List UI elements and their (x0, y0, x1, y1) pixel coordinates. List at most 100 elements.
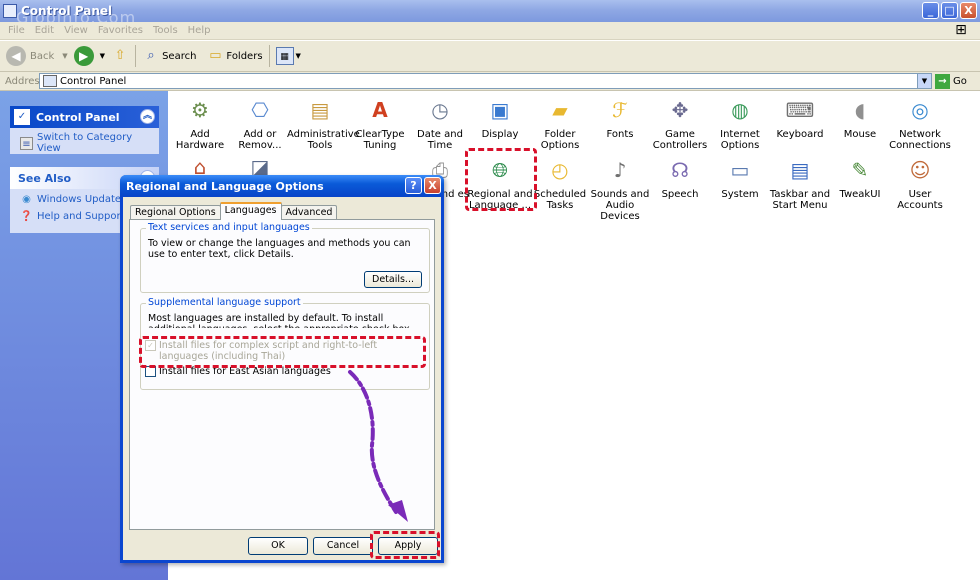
dialog-titlebar: Regional and Language Options ? X (120, 175, 444, 197)
views-dropdown-icon[interactable]: ▼ (296, 52, 301, 60)
forward-arrow-icon: ▶ (73, 46, 94, 66)
network-connections-item[interactable]: ◎ Network Connections (887, 95, 953, 151)
menu-view[interactable]: View (64, 25, 88, 36)
network-connections-icon: ◎ (911, 98, 929, 122)
collapse-chevron-icon[interactable]: ︽ (140, 109, 155, 124)
search-icon: ⌕ (147, 48, 155, 63)
taskbar-start-icon: ▤ (790, 158, 810, 182)
sounds-audio-item[interactable]: ♪ Sounds and Audio Devices (587, 155, 653, 222)
dialog-close-button[interactable]: X (424, 177, 441, 194)
dialog-title: Regional and Language Options (126, 179, 324, 193)
item-label: Date and Time (417, 129, 463, 151)
up-folder-icon: ⇧ (114, 48, 126, 63)
tweakui-icon: ✎ (851, 158, 869, 182)
address-value: Control Panel (60, 75, 127, 87)
fonts-item[interactable]: ℱ Fonts (587, 95, 653, 140)
keyboard-icon: ⌨ (785, 98, 815, 122)
forward-button[interactable]: ▶ ▼ (73, 46, 105, 66)
add-hardware-item[interactable]: ⚙ Add Hardware (167, 95, 233, 151)
toolbar-separator (268, 45, 270, 67)
internet-options-item[interactable]: ◍ Internet Options (707, 95, 773, 151)
item-label: Add or Remov... (238, 129, 282, 151)
address-dropdown-icon[interactable]: ▼ (917, 74, 931, 88)
control-panel-header[interactable]: ✓ Control Panel ︽ (10, 106, 159, 128)
toolbar-separator (135, 45, 137, 67)
add-remove-programs-item[interactable]: ⎔ Add or Remov... (227, 95, 293, 151)
menu-file[interactable]: File (8, 25, 25, 36)
item-label: Mouse (843, 129, 877, 140)
item-label: ClearType Tuning (355, 129, 405, 151)
menu-favorites[interactable]: Favorites (98, 25, 143, 36)
item-label: Network Connections (889, 129, 951, 151)
keyboard-item[interactable]: ⌨ Keyboard (767, 95, 833, 140)
cleartype-tuning-item[interactable]: A ClearType Tuning (347, 95, 413, 151)
minimize-button[interactable]: _ (922, 2, 939, 19)
sounds-audio-icon: ♪ (613, 158, 627, 182)
item-label: Sounds and Audio Devices (590, 189, 650, 222)
folder-options-item[interactable]: ▰ Folder Options (527, 95, 593, 151)
date-time-item[interactable]: ◷ Date and Time (407, 95, 473, 151)
fonts-icon: ℱ (612, 98, 628, 122)
folder-options-icon: ▰ (552, 98, 568, 122)
taskbar-start-item[interactable]: ▤ Taskbar and Start Menu (767, 155, 833, 211)
help-support-label: Help and Support (37, 211, 125, 222)
administrative-tools-item[interactable]: ▤ Administrative Tools (287, 95, 360, 151)
text-services-title: Text services and input languages (146, 222, 312, 233)
go-button[interactable]: → Go (935, 73, 967, 89)
views-button[interactable]: ▦ ▼ (275, 47, 301, 65)
window-controls: _ □ X (922, 2, 977, 19)
control-panel-box: ✓ Control Panel ︽ ≡ Switch to Category V… (10, 106, 159, 154)
folders-button[interactable]: ▭ Folders (206, 47, 262, 65)
back-dropdown-icon[interactable]: ▼ (62, 52, 67, 60)
folders-label: Folders (226, 50, 263, 62)
details-button[interactable]: Details... (364, 271, 422, 288)
apply-button-highlight (370, 531, 440, 559)
tweakui-item[interactable]: ✎ TweakUI (827, 155, 893, 200)
system-item[interactable]: ▭ System (707, 155, 773, 200)
switch-category-view-link[interactable]: ≡ Switch to Category View (10, 128, 159, 154)
item-label: Keyboard (776, 129, 824, 140)
menu-edit[interactable]: Edit (35, 25, 54, 36)
speech-item[interactable]: ☊ Speech (647, 155, 713, 200)
menu-help[interactable]: Help (188, 25, 211, 36)
tab-advanced[interactable]: Advanced (280, 205, 338, 220)
help-button[interactable]: ? (405, 177, 422, 194)
text-services-group: Text services and input languages To vie… (140, 222, 430, 293)
back-arrow-icon: ◀ (6, 46, 26, 66)
back-button[interactable]: ◀ Back ▼ (6, 46, 68, 66)
switch-view-label: Switch to Category View (37, 132, 133, 154)
control-panel-header-title: Control Panel (36, 110, 120, 124)
maximize-button[interactable]: □ (941, 2, 958, 19)
text-services-description: To view or change the languages and meth… (148, 238, 411, 260)
display-icon: ▣ (490, 98, 510, 122)
mouse-item[interactable]: ◖ Mouse (827, 95, 893, 140)
ok-button[interactable]: OK (248, 537, 308, 555)
tab-regional-options[interactable]: Regional Options (130, 205, 221, 220)
tab-languages[interactable]: Languages (219, 202, 282, 220)
administrative-tools-icon: ▤ (310, 98, 330, 122)
user-accounts-item[interactable]: ☺ User Accounts (887, 155, 953, 211)
item-label: Fonts (606, 129, 634, 140)
mouse-icon: ◖ (854, 98, 866, 122)
up-folder-button[interactable]: ⇧ (111, 47, 129, 65)
regional-language-dialog: Regional and Language Options ? X Region… (120, 175, 444, 563)
display-item[interactable]: ▣ Display (467, 95, 533, 140)
cancel-button[interactable]: Cancel (313, 537, 373, 555)
windows-logo-icon: ⊞ (955, 22, 967, 38)
forward-dropdown-icon[interactable]: ▼ (100, 52, 105, 60)
item-label: TweakUI (839, 189, 881, 200)
windows-update-label: Windows Update (37, 194, 122, 205)
speech-icon: ☊ (671, 158, 689, 182)
game-controllers-item[interactable]: ✥ Game Controllers (647, 95, 713, 151)
internet-options-icon: ◍ (731, 98, 749, 122)
switch-view-icon: ≡ (20, 136, 33, 150)
search-button[interactable]: ⌕ Search (142, 47, 196, 65)
menu-tools[interactable]: Tools (153, 25, 178, 36)
close-button[interactable]: X (960, 2, 977, 19)
add-hardware-icon: ⚙ (191, 98, 209, 122)
address-input[interactable]: Control Panel ▼ (39, 73, 932, 89)
window-titlebar: Control Panel _ □ X (0, 0, 980, 22)
languages-tab-panel: Text services and input languages To vie… (129, 219, 435, 530)
see-also-title: See Also (18, 171, 72, 185)
game-controllers-icon: ✥ (671, 98, 689, 122)
